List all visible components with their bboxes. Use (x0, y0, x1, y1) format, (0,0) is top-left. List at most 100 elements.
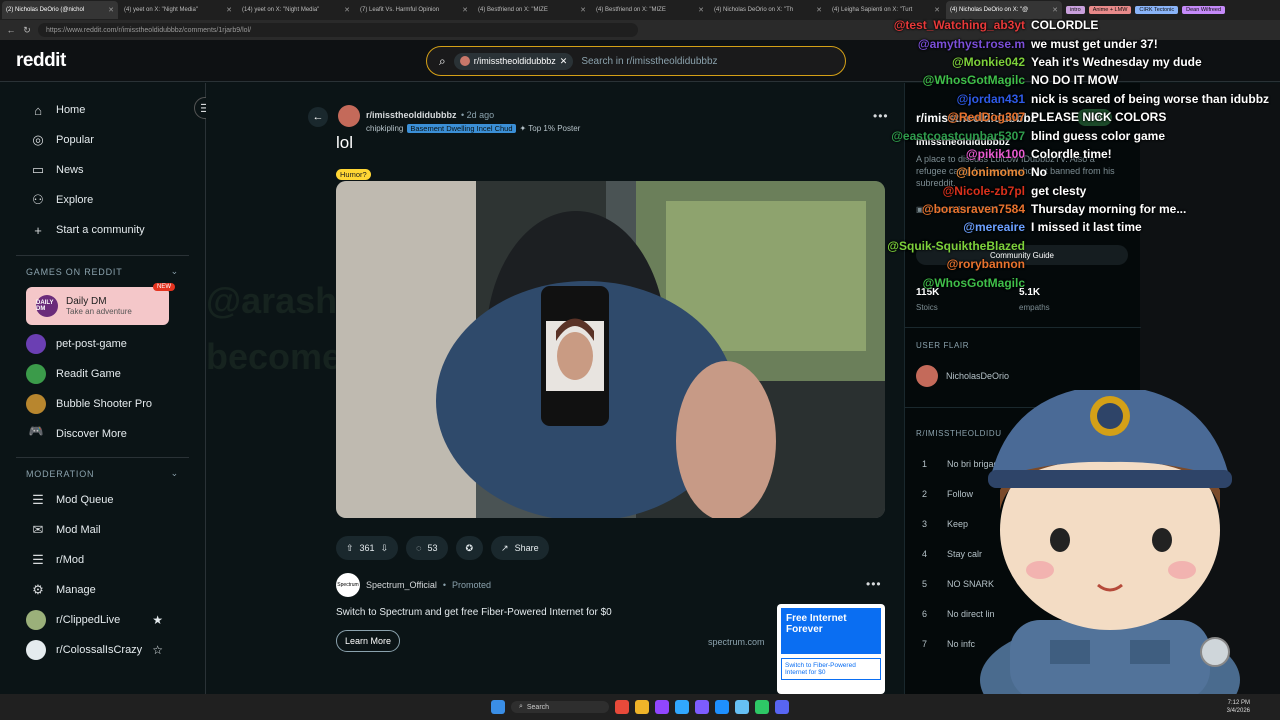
browser-tab[interactable]: (4) yeet on X: "Night Media" ✕ (120, 1, 236, 19)
windows-start-icon[interactable] (490, 700, 505, 714)
close-icon[interactable]: ✕ (462, 6, 468, 14)
award-button[interactable]: ✪ (455, 536, 484, 560)
daily-dm-card[interactable]: DAILY DM Daily DM Take an adventure NEW (26, 283, 175, 325)
sidebar-game-item[interactable]: pet-post-game (0, 329, 205, 359)
upvote-icon[interactable]: ⇧ (346, 543, 354, 554)
discord-icon[interactable] (775, 700, 790, 714)
chat-text: blind guess color game (1031, 128, 1166, 143)
close-icon[interactable]: ✕ (226, 6, 232, 14)
chat-message: @Monkie042 Yeah it's Wednesday my dude (880, 53, 1270, 71)
bookmark-pill[interactable]: intro (1066, 6, 1085, 14)
chrome-icon[interactable] (615, 700, 630, 714)
tab-label: (4) Nicholas DeOrio on X: "@ (950, 7, 1029, 13)
chat-message: @WhosGotMagilc (880, 273, 1270, 291)
downvote-icon[interactable]: ⇩ (381, 543, 389, 554)
favorite-star-icon[interactable]: ☆ (152, 643, 163, 657)
post-image[interactable] (336, 181, 885, 518)
back-button[interactable]: ← (308, 107, 328, 127)
close-icon[interactable]: ✕ (816, 6, 822, 14)
taskbar-clock[interactable]: 7:12 PM 3/4/2026 (1227, 699, 1250, 715)
post-flair-tag[interactable]: Humor? (336, 169, 371, 180)
search-input[interactable]: Search in r/imisstheoldidubbbz (581, 56, 717, 67)
favorite-star-icon[interactable]: ★ (152, 613, 163, 627)
close-icon[interactable]: ✕ (698, 6, 704, 14)
chat-message: @RedDog307 PLEASE NICK COLORS (880, 108, 1270, 126)
sidebar-mod-item[interactable]: ⚙ Manage (0, 575, 205, 605)
chat-message: @jordan431 nick is scared of being worse … (880, 90, 1270, 108)
share-button[interactable]: ↗ Share (491, 536, 549, 560)
rule-number: 6 (922, 609, 928, 619)
home-icon: ⌂ (34, 102, 42, 118)
sidebar-mod-item[interactable]: ☰ Mod Queue (0, 485, 205, 515)
bookmark-pill[interactable]: Anime + LMW (1088, 6, 1132, 14)
browser-tab[interactable]: (4) Nicholas DeOrio on X: "Th ✕ (710, 1, 826, 19)
search-icon: ⌕ (518, 703, 523, 710)
community-avatar (26, 610, 46, 630)
twitch-icon[interactable] (655, 700, 670, 714)
bookmark-pill[interactable]: CIRK Tectonic (1135, 6, 1179, 14)
game-icon (26, 364, 46, 384)
controller-icon: 🎮 (28, 424, 44, 438)
close-icon[interactable]: ✕ (108, 6, 114, 14)
browser-tab[interactable]: (4) Bestfriend on X: "MIZE ✕ (474, 1, 590, 19)
folder-icon[interactable] (635, 700, 650, 714)
reddit-logo[interactable]: reddit (16, 50, 66, 72)
sidebar-game-item[interactable]: 🎮 Discover More (0, 419, 205, 449)
search-bar[interactable]: ⌕ r/imisstheoldidubbbz ✕ Search in r/imi… (426, 46, 846, 76)
search-subreddit-chip[interactable]: r/imisstheoldidubbbz ✕ (453, 52, 574, 70)
close-icon[interactable]: ✕ (934, 6, 940, 14)
user-flair-row[interactable]: NicholasDeOrio (916, 365, 1009, 387)
spectrum-avatar[interactable]: Spectrum (336, 573, 360, 597)
promo-image[interactable]: Free Internet Forever Switch to Fiber-Po… (777, 604, 885, 694)
photoshop-icon[interactable] (675, 700, 690, 714)
post-subreddit-link[interactable]: r/imisstheoldidubbbz (366, 110, 457, 120)
app-icon[interactable] (755, 700, 770, 714)
post-image-graphic (336, 181, 885, 518)
browser-tab[interactable]: (2) Nicholas DeOrio (@nichol ✕ (2, 1, 118, 19)
sidebar-item-label: Bubble Shooter Pro (56, 398, 153, 410)
sidebar-mod-item[interactable]: ✉ Mod Mail (0, 515, 205, 545)
browser-tab[interactable]: (14) yeet on X: "Night Media" ✕ (238, 1, 354, 19)
taskbar-search[interactable]: ⌕ Search (510, 701, 610, 713)
after-effects-icon[interactable] (715, 700, 730, 714)
rule-number: 7 (922, 639, 928, 649)
sidebar-mod-item[interactable]: ☰ r/Mod (0, 545, 205, 575)
back-icon[interactable]: ← (6, 25, 16, 35)
post-avatar[interactable] (338, 105, 360, 127)
bookmark-pill[interactable]: Dean Wilfreed (1182, 6, 1226, 14)
games-section-header[interactable]: GAMES ON REDDIT ⌄ (0, 256, 205, 283)
sidebar-item-start-a-community[interactable]: + Start a community (0, 215, 205, 245)
chat-message: @Squik-SquiktheBlazed (880, 237, 1270, 255)
moderation-section-header[interactable]: MODERATION ⌄ (0, 458, 205, 485)
sidebar-item-label: Explore (56, 194, 94, 206)
sidebar-item-popular[interactable]: ◎ Popular (0, 125, 205, 155)
sidebar-game-item[interactable]: Readit Game (0, 359, 205, 389)
promo-options-icon[interactable]: ••• (866, 577, 882, 591)
chat-username: @rorybannon (946, 257, 1025, 272)
close-icon[interactable]: ✕ (580, 6, 586, 14)
browser-tab[interactable]: (4) Bestfriend on X: "MIZE ✕ (592, 1, 708, 19)
sidebar-game-item[interactable]: Bubble Shooter Pro (0, 389, 205, 419)
promo-domain[interactable]: spectrum.com (708, 637, 765, 647)
close-icon[interactable]: ✕ (560, 56, 568, 67)
sidebar-item-explore[interactable]: ⚇ Explore (0, 185, 205, 215)
promoted-author[interactable]: Spectrum_Official (366, 580, 437, 590)
close-icon[interactable]: ✕ (344, 6, 350, 14)
post-author[interactable]: chipkipling (366, 124, 403, 133)
steam-icon[interactable] (735, 700, 750, 714)
sidebar-item-home[interactable]: ⌂ Home (0, 95, 205, 125)
close-icon[interactable]: ✕ (1052, 6, 1058, 14)
sidebar-item-news[interactable]: ▭ News (0, 155, 205, 185)
sidebar-mod-item[interactable]: r/ClippedLive ★ (0, 605, 205, 635)
reload-icon[interactable]: ↻ (22, 25, 32, 36)
promo-text[interactable]: Switch to Spectrum and get free Fiber-Po… (336, 607, 612, 618)
browser-tab[interactable]: (7) Leafit Vs. Harmful Opinion ✕ (356, 1, 472, 19)
tab-label: (4) Leigha Sapienti on X: "Turt (832, 7, 913, 13)
learn-more-button[interactable]: Learn More (336, 630, 401, 652)
sidebar-mod-item[interactable]: r/ColossalIsCrazy ☆ (0, 635, 205, 665)
comments-button[interactable]: ◌ 53 (406, 536, 448, 560)
address-field[interactable]: https://www.reddit.com/r/imisstheoldidub… (38, 23, 638, 37)
premiere-icon[interactable] (695, 700, 710, 714)
sidebar-item-label: Mod Queue (56, 494, 114, 506)
sidebar-item-label: pet-post-game (56, 338, 127, 350)
